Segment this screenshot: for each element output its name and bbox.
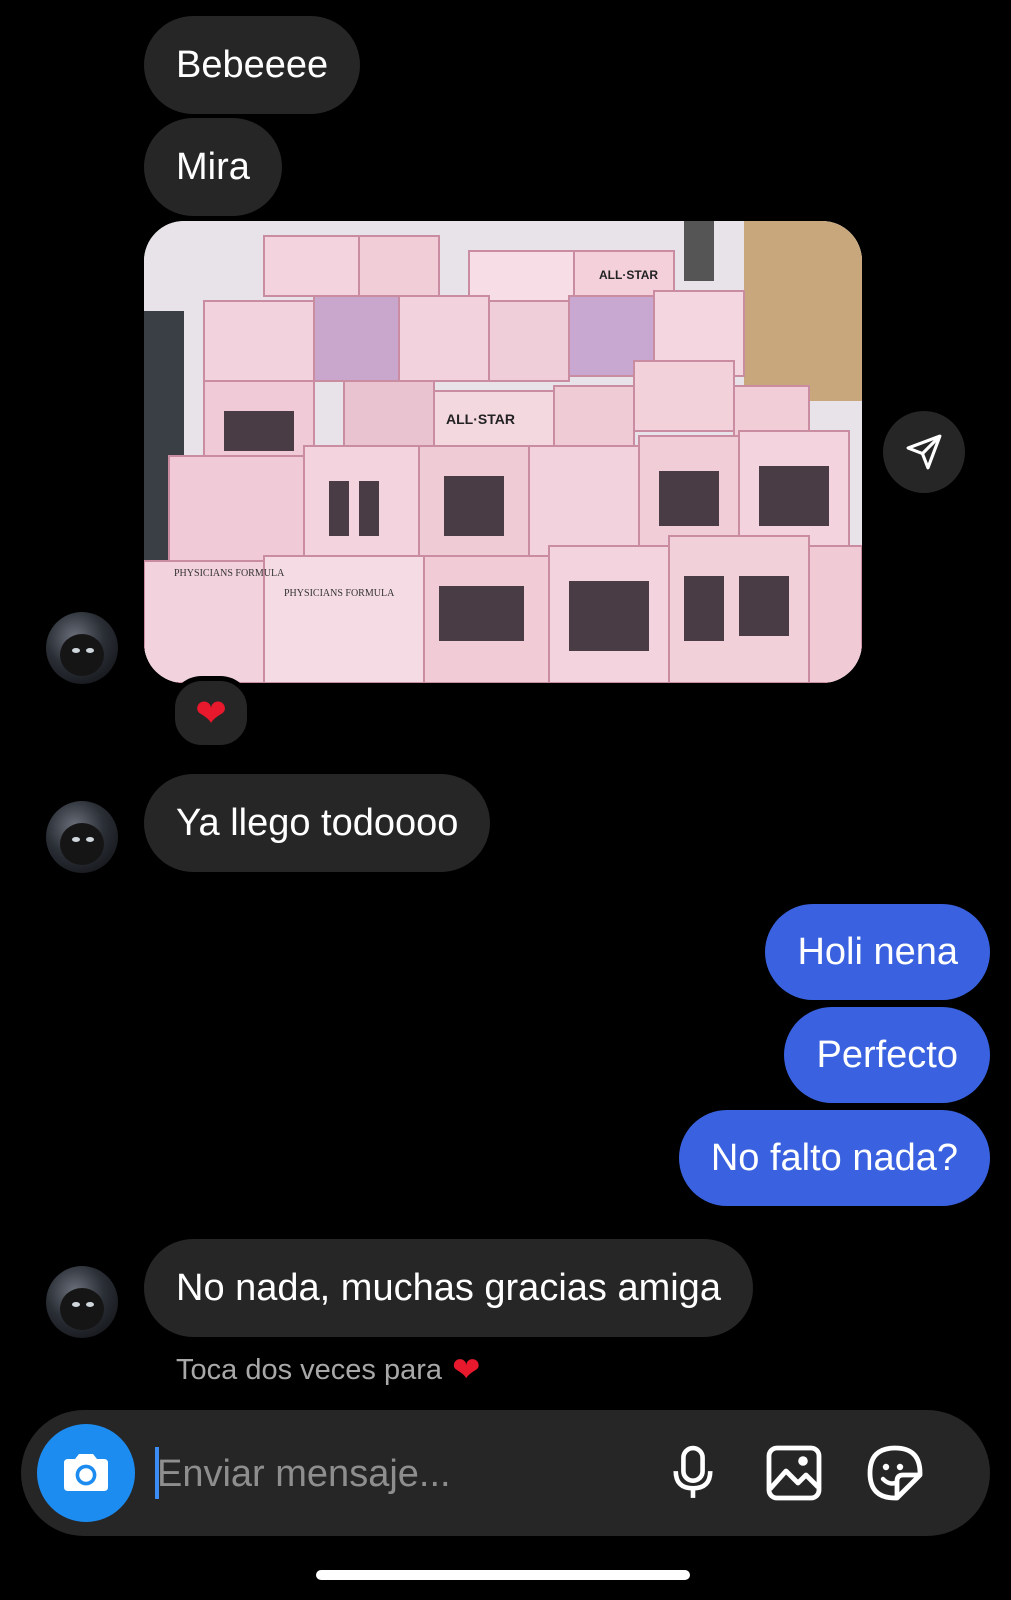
- message-text: Mira: [176, 146, 250, 188]
- box-label: ALL·STAR: [599, 268, 658, 282]
- message-text: Ya llego todoooo: [176, 802, 459, 844]
- share-button[interactable]: [883, 411, 965, 493]
- gallery-button[interactable]: [762, 1439, 826, 1507]
- message-text: Perfecto: [816, 1033, 958, 1076]
- avatar[interactable]: [46, 612, 118, 684]
- message-text: No nada, muchas gracias amiga: [176, 1267, 721, 1309]
- message-outgoing[interactable]: Perfecto: [784, 1007, 990, 1103]
- message-composer: [21, 1410, 990, 1536]
- gallery-icon: [766, 1445, 822, 1501]
- camera-button[interactable]: [37, 1424, 135, 1522]
- message-text: No falto nada?: [710, 1136, 958, 1179]
- home-indicator[interactable]: [316, 1570, 690, 1580]
- camera-icon: [64, 1454, 108, 1491]
- sticker-icon: [867, 1445, 923, 1501]
- hint-text: Toca dos veces para: [176, 1353, 442, 1386]
- message-text: Bebeeee: [176, 44, 329, 86]
- message-outgoing[interactable]: No falto nada?: [678, 1110, 990, 1206]
- heart-icon: ❤: [451, 1351, 481, 1389]
- heart-icon: ❤: [195, 692, 227, 735]
- double-tap-hint: Toca dos veces para ❤: [176, 1353, 480, 1387]
- box-label: PHYSICIANS FORMULA: [284, 588, 395, 599]
- microphone-icon: [673, 1445, 713, 1498]
- message-outgoing[interactable]: Holi nena: [765, 904, 990, 1000]
- microphone-button[interactable]: [661, 1439, 725, 1507]
- box-label: PHYSICIANS FORMULA: [174, 568, 285, 579]
- cosmetics-photo: ALL·STAR ALL·STAR PHYSICIANS FORMULA PHY…: [144, 221, 862, 683]
- box-label: ALL·STAR: [446, 411, 515, 427]
- heart-reaction[interactable]: ❤: [170, 676, 252, 750]
- message-incoming[interactable]: Mira: [144, 118, 282, 216]
- photo-message[interactable]: ALL·STAR ALL·STAR PHYSICIANS FORMULA PHY…: [144, 221, 862, 683]
- message-incoming[interactable]: No nada, muchas gracias amiga: [144, 1239, 753, 1337]
- message-text: Holi nena: [797, 930, 958, 973]
- message-incoming[interactable]: Bebeeee: [144, 16, 361, 114]
- avatar[interactable]: [46, 801, 118, 873]
- message-input[interactable]: [155, 1440, 559, 1508]
- sticker-button[interactable]: [863, 1439, 927, 1507]
- avatar[interactable]: [46, 1266, 118, 1338]
- send-icon: [906, 434, 942, 470]
- message-incoming[interactable]: Ya llego todoooo: [144, 774, 491, 872]
